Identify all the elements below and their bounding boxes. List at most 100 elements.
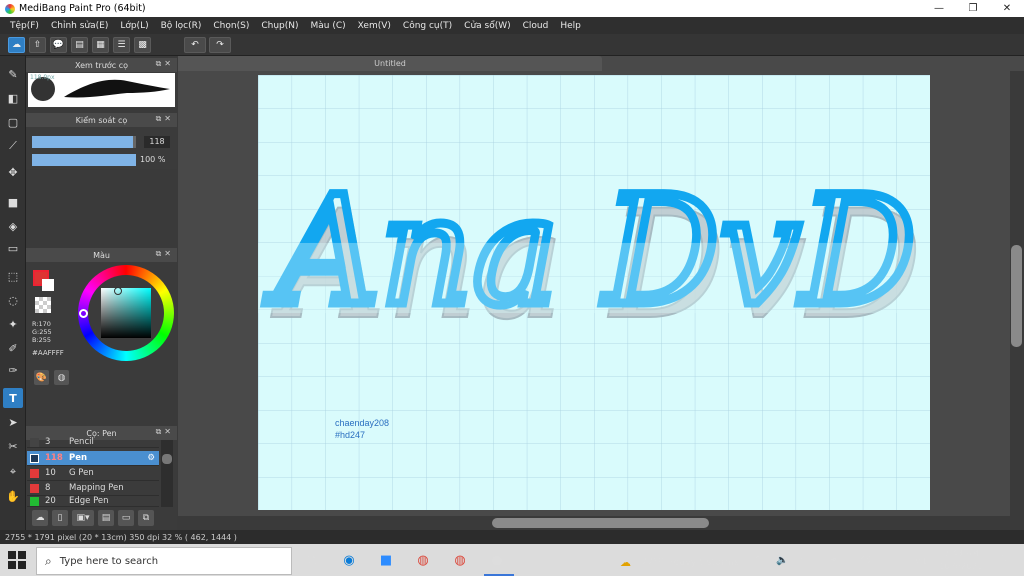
menu-help[interactable]: Help [554,21,587,31]
edge-browser-icon[interactable]: ◉ [338,549,360,571]
weather-text[interactable]: 77°F Heavy t-storms [641,557,739,568]
clock-time[interactable]: 7:43 AM [944,549,979,559]
document-icon[interactable]: ▦ [92,37,109,53]
panel-controls-icon[interactable]: ⧉✕ [156,59,174,69]
undo-icon[interactable]: ↶ [184,37,206,53]
brush-settings-icon[interactable]: ▤ [98,510,114,526]
list-item[interactable]: 10 G Pen [27,466,159,481]
taskbar-search[interactable]: ⌕ Type here to search [36,547,292,575]
add-brush-dropdown-icon[interactable]: ▣▾ [72,510,94,526]
brush-list-actions: ☁ ▯ ▣▾ ▤ ▭ ⧉ [28,508,178,528]
brush-preview-header: Xem trước cọ ⧉✕ [26,58,177,72]
notification-icon[interactable]: 🗨 [993,553,1008,567]
horizontal-scroll-thumb[interactable] [492,518,709,528]
list-item[interactable]: 20 Edge Pen [27,496,159,507]
medibang-app-icon[interactable]: ● [486,549,508,571]
cloud-brush-icon[interactable]: ☁ [32,510,48,526]
panel-controls-icon[interactable]: ⧉✕ [156,249,174,259]
menu-select[interactable]: Chọn(S) [207,21,255,31]
duplicate-icon[interactable]: ⧉ [138,510,154,526]
color-r-value: R:170 [32,320,51,328]
menu-edit[interactable]: Chỉnh sửa(E) [45,21,114,31]
color-panel-title: Màu [93,250,110,260]
menu-color[interactable]: Màu (C) [305,21,352,31]
brush-tool-icon[interactable]: ✎ [3,64,23,84]
display-icon[interactable]: ▭ [886,555,895,566]
tray-expand-icon[interactable]: ⌃ [754,555,762,566]
bucket-tool-icon[interactable]: ◈ [3,216,23,236]
menu-file[interactable]: Tệp(F) [4,21,45,31]
rectangle-tool-icon[interactable]: ▢ [3,112,23,132]
opacity-slider[interactable] [32,154,136,166]
move-tool-icon[interactable]: ✥ [3,162,23,182]
canvas[interactable]: Ana DvD Ana DvD chaenday208 #hd247 [258,75,930,510]
palette-add-icon[interactable]: ◍ [54,370,69,385]
menu-layer[interactable]: Lớp(L) [114,21,154,31]
comment-list-icon[interactable]: ▤ [71,37,88,53]
list-icon[interactable]: ☰ [113,37,130,53]
chrome-profile-icon[interactable]: ◍ [449,549,471,571]
watermark-line-2: #hd247 [335,430,366,440]
color-wheel[interactable] [78,265,174,361]
artwork-lettering: Ana DvD Ana DvD [258,161,930,354]
task-view-icon[interactable]: ⧉ [301,549,323,571]
redo-icon[interactable]: ↷ [209,37,231,53]
volume-icon[interactable]: 🔈 [776,555,788,566]
menu-filter[interactable]: Bộ lọc(R) [155,21,208,31]
eraser-tool-icon[interactable]: ◧ [3,88,23,108]
maximize-button[interactable]: ❐ [956,0,990,17]
language-indicator[interactable]: VIE [915,557,929,567]
brush-list-scrollbar[interactable] [161,440,173,507]
comment-icon[interactable]: 💬 [50,37,67,53]
line-tool-icon[interactable]: ⟋ [3,136,23,156]
menu-cloud[interactable]: Cloud [517,21,555,31]
operation-tool-icon[interactable]: ➤ [3,412,23,432]
minimize-button[interactable]: — [922,0,956,17]
list-item[interactable]: 118 Pen ⚙ [27,451,159,466]
grid-icon[interactable]: ▩ [134,37,151,53]
network-icon[interactable]: ◠ [800,555,809,566]
select-pen-icon[interactable]: ✐ [3,338,23,358]
brush-name: Pencil [69,437,94,447]
list-item[interactable]: 8 Mapping Pen [27,481,159,496]
document-tab[interactable]: Untitled [178,56,602,71]
size-slider[interactable] [32,136,136,148]
panel-controls-icon[interactable]: ⧉✕ [156,427,174,437]
cloud-icon[interactable]: ☁ [8,37,25,53]
windows-start-icon[interactable] [8,551,26,569]
size-value[interactable]: 118 [144,136,170,148]
select-tool-icon[interactable]: ⬚ [3,266,23,286]
select-eraser-icon[interactable]: ✑ [3,360,23,380]
list-item[interactable]: 3 Pencil [27,437,159,448]
saturation-square[interactable] [101,288,151,338]
brush-name: Edge Pen [69,496,109,506]
pen-icon[interactable]: ✒ [830,555,838,566]
menu-tools[interactable]: Công cụ(T) [397,21,458,31]
text-tool-icon[interactable]: T [3,388,23,408]
divide-tool-icon[interactable]: ✂ [3,436,23,456]
new-brush-icon[interactable]: ▯ [52,510,68,526]
menu-view[interactable]: Xem(V) [352,21,397,31]
lasso-tool-icon[interactable]: ◌ [3,290,23,310]
folder-icon[interactable]: ▭ [118,510,134,526]
menu-window[interactable]: Cửa sổ(W) [458,21,516,31]
eyedropper-icon[interactable]: ⌖ [3,462,23,482]
clock-date[interactable]: 10/6/2021 [939,562,983,572]
gradient-tool-icon[interactable]: ▭ [3,238,23,258]
brush-size: 8 [45,483,51,493]
menu-snap[interactable]: Chụp(N) [255,21,304,31]
gear-icon[interactable]: ⚙ [147,453,155,463]
transparent-color-icon[interactable] [35,297,51,313]
background-color-swatch[interactable] [42,279,54,291]
panel-controls-icon[interactable]: ⧉✕ [156,114,174,124]
upload-icon[interactable]: ⇧ [29,37,46,53]
close-button[interactable]: ✕ [990,0,1024,17]
magic-wand-icon[interactable]: ✦ [3,314,23,334]
keyboard-icon[interactable]: ⌨ [856,555,870,566]
palette-icon[interactable]: 🎨 [34,370,49,385]
fill-rect-tool-icon[interactable]: ■ [3,192,23,212]
hand-tool-icon[interactable]: ✋ [3,486,23,506]
chrome-icon[interactable]: ◍ [412,549,434,571]
zoom-app-icon[interactable]: ■ [375,549,397,571]
vertical-scroll-thumb[interactable] [1011,245,1022,347]
